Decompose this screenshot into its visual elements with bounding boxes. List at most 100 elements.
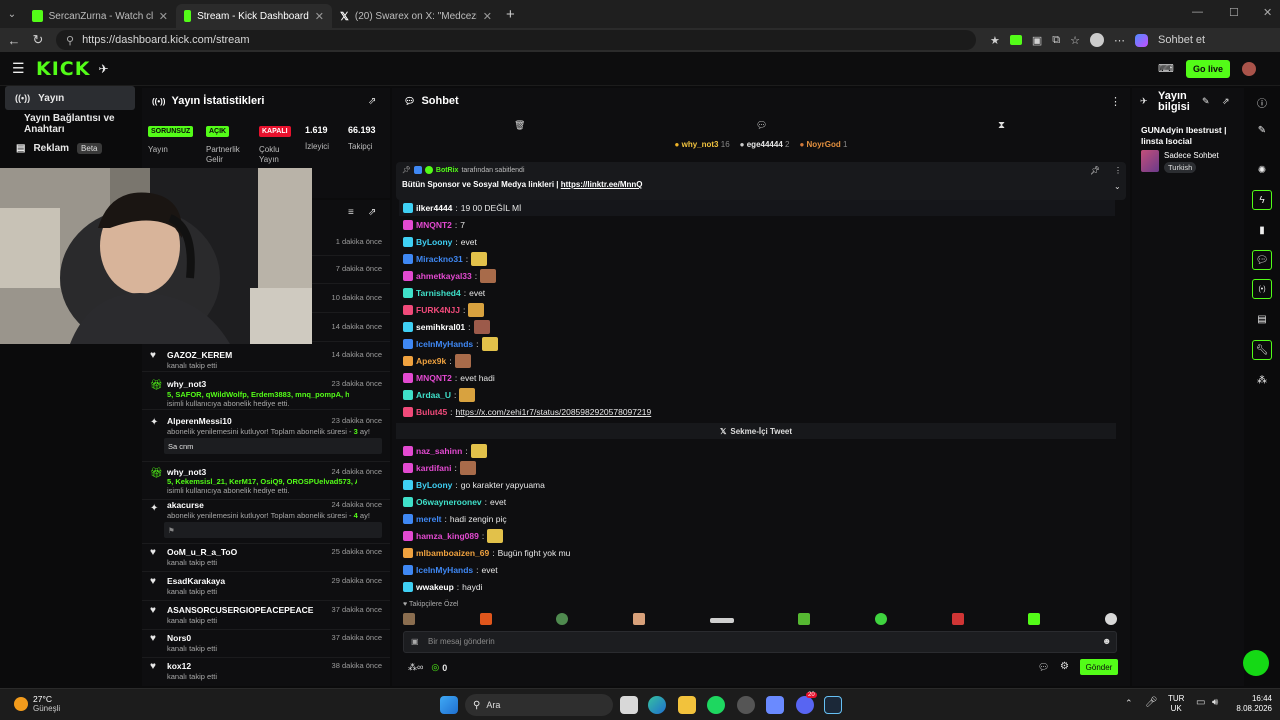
gifter-3[interactable]: ● NoyrGod 1 [799, 140, 847, 156]
tab-1[interactable]: SercanZurna - Watch clips on Kick ✕ [24, 4, 176, 28]
trash-icon[interactable]: 🗑︎ [514, 120, 525, 131]
filter-icon[interactable]: ≡ [348, 207, 354, 218]
infinity-icon[interactable]: ⁂∞ [408, 662, 423, 673]
chat-username[interactable]: Ardaa_U [416, 390, 451, 400]
more-options-icon[interactable]: ⋮ [1110, 95, 1121, 108]
chat-button[interactable]: Sohbet et [1158, 34, 1205, 46]
discord-icon[interactable]: 20 [796, 692, 817, 714]
gifter-2[interactable]: ● ege44444 2 [740, 140, 790, 156]
chat-username[interactable]: MNQNT2 [416, 220, 452, 230]
chat-username[interactable]: kardifani [416, 463, 451, 473]
minimize-icon[interactable]: — [1192, 6, 1203, 18]
emote-icon[interactable] [471, 252, 488, 266]
wrench-icon[interactable]: 🔧︎ [1252, 340, 1272, 360]
task-view-icon[interactable] [620, 696, 638, 714]
feed-user[interactable]: Nors0 [167, 633, 191, 643]
extensions-puzzle-icon[interactable]: ⧉ [1052, 34, 1060, 47]
chat-username[interactable]: ByLoony [416, 480, 452, 490]
refresh-icon[interactable]: ↻ [26, 32, 50, 48]
info-icon[interactable]: ⓘ [1252, 92, 1272, 112]
chat-username[interactable]: wwakeup [416, 582, 454, 592]
status-indicator[interactable] [1243, 650, 1269, 676]
popout-icon[interactable]: ⇗ [368, 207, 376, 218]
feed-user[interactable]: EsadKarakaya [167, 576, 225, 586]
hourglass-icon[interactable]: ⧗ [998, 120, 1005, 131]
chat-username[interactable]: Apex9k [416, 356, 446, 366]
app-icon[interactable] [766, 696, 784, 714]
chat-username[interactable]: IceInMyHands [416, 339, 473, 349]
close-tab-icon[interactable]: ✕ [159, 10, 168, 23]
star-icon[interactable]: ★ [990, 34, 1000, 47]
settings-icon[interactable]: ✺ [1252, 160, 1272, 180]
emote-icon[interactable] [709, 618, 734, 623]
extension-icon[interactable]: ▣ [1032, 34, 1042, 47]
menu-icon[interactable]: ☰ [12, 60, 32, 77]
emote-icon[interactable] [479, 613, 492, 625]
tab-actions-icon[interactable]: ⌄ [0, 9, 24, 20]
chat-username[interactable]: mlbamboaizen_69 [416, 548, 489, 558]
emoji-icon[interactable]: ☻ [1102, 636, 1111, 646]
emote-icon[interactable] [470, 444, 487, 458]
mic-icon[interactable]: 🎤︎ [1145, 697, 1158, 708]
message-input[interactable]: ▣ Bir mesaj gönderin ☻ [403, 631, 1117, 653]
emote-icon[interactable] [480, 269, 497, 283]
lightning-icon[interactable]: ϟ [1252, 190, 1272, 210]
close-tab-icon[interactable]: ✕ [483, 10, 492, 23]
nav-item-stream-key[interactable]: Yayın Bağlantısı ve Anahtarı [0, 112, 140, 136]
tweet-embed[interactable]: 𝕏 Sekme-İçi Tweet [396, 423, 1116, 439]
pinned-more-icon[interactable]: ⋮ [1114, 166, 1122, 175]
volume-icon[interactable]: 🔊︎ [1212, 697, 1218, 708]
edit-icon[interactable]: ✎ [1252, 120, 1272, 140]
emote-icon[interactable] [473, 320, 490, 334]
category-thumb[interactable] [1141, 150, 1159, 172]
emote-icon[interactable] [481, 337, 498, 351]
category-name[interactable]: Sadece Sohbet [1164, 151, 1219, 160]
feed-user[interactable]: AlperenMessi10 [167, 416, 232, 426]
chat-username[interactable]: ahmetkayal33 [416, 271, 472, 281]
users-icon[interactable]: ▤ [1252, 309, 1272, 329]
chat-username[interactable]: IceInMyHands [416, 565, 473, 575]
note-icon[interactable]: ▮ [1252, 220, 1272, 240]
spotify-icon[interactable] [707, 696, 725, 714]
send-button[interactable]: Gönder [1080, 659, 1118, 675]
popout-icon[interactable]: ⇗ [368, 96, 376, 107]
feed-user[interactable]: ASANSORCUSERGIOPEACEPEACE [167, 605, 313, 615]
emote-icon[interactable] [798, 613, 811, 625]
go-live-button[interactable]: Go live [1186, 60, 1230, 78]
chat-username[interactable]: naz_sahinn [416, 446, 462, 456]
emote-icon[interactable] [632, 613, 645, 625]
chat-username[interactable]: MNQNT2 [416, 373, 452, 383]
chat-bubble-icon[interactable]: 💬︎ [1038, 662, 1049, 673]
steam-icon[interactable] [824, 696, 842, 714]
chat-username[interactable]: Bulut45 [416, 407, 447, 417]
feed-user[interactable]: why_not3 [167, 379, 206, 389]
feed-user[interactable]: GAZOZ_KEREM [167, 350, 232, 360]
share-icon[interactable]: ⁂ [1252, 370, 1272, 390]
chat-username[interactable]: hamza_king089 [416, 531, 479, 541]
back-icon[interactable]: ← [2, 33, 26, 48]
feed-user[interactable]: why_not3 [167, 467, 206, 477]
keyboard-icon[interactable]: ⌨ [1158, 62, 1174, 75]
tab-2[interactable]: Stream - Kick Dashboard ✕ [176, 4, 332, 28]
site-info-icon[interactable]: ⚲ [66, 34, 74, 47]
chat-username[interactable]: Tarnished4 [416, 288, 461, 298]
chat-username[interactable]: merelt [416, 514, 442, 524]
emote-icon[interactable] [459, 461, 476, 475]
taskbar-search[interactable]: ⚲ Ara [465, 694, 613, 716]
nav-item-ads[interactable]: ▤ Reklam Beta [0, 136, 140, 160]
chat-icon[interactable]: 💬︎ [1252, 250, 1272, 270]
emote-icon[interactable] [556, 613, 569, 625]
gifter-1[interactable]: ● why_not3 16 [675, 140, 730, 156]
tray-chevron-icon[interactable]: ⌃ [1125, 698, 1133, 709]
chat-username[interactable]: ByLoony [416, 237, 452, 247]
close-tab-icon[interactable]: ✕ [315, 10, 324, 23]
nav-item-stream[interactable]: ((•)) Yayın [5, 86, 135, 110]
feed-user[interactable]: akacurse [167, 500, 204, 510]
chat-username[interactable]: ilker4444 [416, 203, 452, 213]
chat-link[interactable]: https://x.com/zehi1r7/status/20859829205… [456, 407, 652, 417]
pinned-link[interactable]: https://linktr.ee/MnnQ [561, 180, 643, 189]
pin-icon[interactable]: ✈ [1140, 96, 1148, 107]
user-avatar[interactable] [1242, 62, 1256, 76]
maximize-icon[interactable]: ☐ [1229, 6, 1239, 19]
popout-icon[interactable]: ⇗ [1222, 96, 1230, 107]
